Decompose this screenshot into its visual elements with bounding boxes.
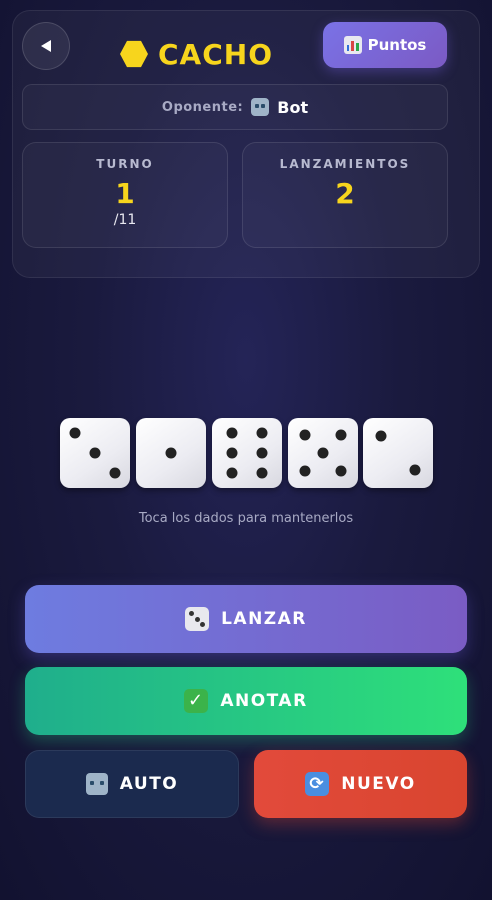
turn-stat: TURNO 1 /11 bbox=[22, 142, 228, 248]
dice-hint: Toca los dados para mantenerlos bbox=[138, 511, 354, 526]
die-pip bbox=[89, 447, 101, 459]
opponent-name: Bot bbox=[277, 97, 309, 117]
die-pip bbox=[256, 467, 268, 479]
throws-stat: LANZAMIENTOS 2 bbox=[242, 142, 448, 248]
anotar-button[interactable]: ✓ ANOTAR bbox=[25, 667, 467, 735]
die-pip bbox=[335, 465, 347, 477]
die-4[interactable] bbox=[288, 418, 358, 488]
opponent-bar: Oponente: Bot bbox=[22, 84, 448, 130]
back-arrow-icon bbox=[41, 40, 51, 52]
turn-total: /11 bbox=[113, 212, 137, 228]
bar-chart-icon bbox=[343, 36, 362, 54]
die-pip bbox=[299, 429, 311, 441]
checkmark-icon: ✓ bbox=[184, 689, 209, 713]
die-pip bbox=[226, 467, 238, 479]
robot-icon bbox=[85, 773, 108, 795]
die-1[interactable] bbox=[60, 418, 130, 488]
back-button[interactable] bbox=[22, 22, 70, 70]
die-pip bbox=[226, 447, 238, 459]
robot-icon bbox=[251, 98, 270, 116]
dice-row bbox=[60, 418, 434, 490]
throws-value: 2 bbox=[335, 177, 355, 210]
nuevo-label: NUEVO bbox=[341, 774, 416, 794]
lanzar-button[interactable]: LANZAR bbox=[25, 585, 467, 653]
app-title-group: CACHO bbox=[120, 32, 273, 76]
die-pip bbox=[109, 467, 121, 479]
die-pip bbox=[165, 447, 177, 459]
turn-value: 1 bbox=[115, 177, 135, 210]
nuevo-button[interactable]: ⟳ NUEVO bbox=[254, 750, 467, 818]
die-pip bbox=[256, 427, 268, 439]
die-5[interactable] bbox=[363, 418, 433, 488]
die-3[interactable] bbox=[212, 418, 282, 488]
hexagon-icon bbox=[120, 40, 148, 68]
die-pip bbox=[375, 430, 387, 442]
dice-icon bbox=[185, 607, 210, 631]
die-pip bbox=[335, 429, 347, 441]
throws-label: LANZAMIENTOS bbox=[279, 157, 411, 171]
die-2[interactable] bbox=[136, 418, 206, 488]
auto-button[interactable]: AUTO bbox=[25, 750, 239, 818]
app-title: CACHO bbox=[158, 37, 274, 71]
refresh-icon: ⟳ bbox=[305, 772, 330, 796]
die-pip bbox=[256, 447, 268, 459]
puntos-label: Puntos bbox=[367, 36, 427, 54]
opponent-label: Oponente: bbox=[161, 99, 244, 115]
die-pip bbox=[226, 427, 238, 439]
puntos-button[interactable]: Puntos bbox=[323, 22, 447, 68]
die-pip bbox=[69, 427, 81, 439]
die-pip bbox=[299, 465, 311, 477]
auto-label: AUTO bbox=[119, 774, 179, 794]
die-pip bbox=[317, 447, 329, 459]
anotar-label: ANOTAR bbox=[220, 691, 308, 711]
die-pip bbox=[409, 464, 421, 476]
turn-label: TURNO bbox=[96, 157, 154, 171]
lanzar-label: LANZAR bbox=[221, 609, 307, 629]
